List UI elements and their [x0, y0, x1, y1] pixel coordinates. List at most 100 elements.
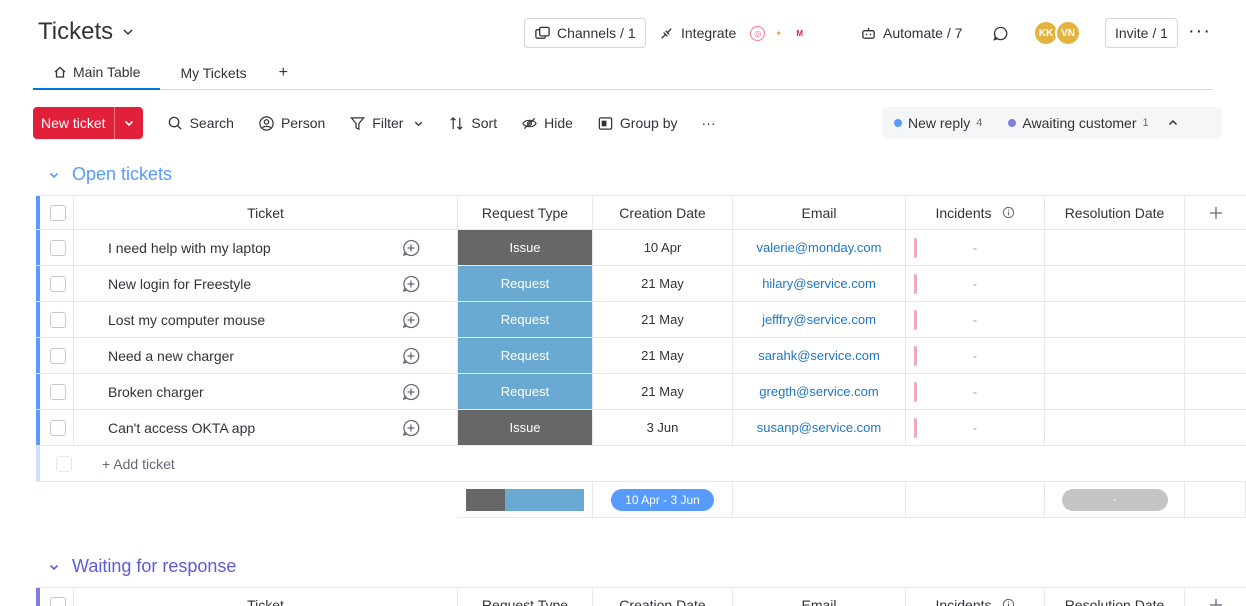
incidents-cell[interactable]: - — [906, 230, 1045, 265]
add-update-icon[interactable] — [401, 310, 421, 330]
add-update-icon[interactable] — [401, 238, 421, 258]
creation-date-cell[interactable]: 21 May — [593, 338, 733, 373]
row-checkbox[interactable] — [49, 383, 66, 400]
add-update-icon[interactable] — [401, 418, 421, 438]
ticket-name-cell[interactable]: Can't access OKTA app — [74, 410, 458, 445]
email-link[interactable]: susanp@service.com — [757, 420, 881, 435]
chevron-down-icon[interactable] — [48, 169, 60, 181]
new-ticket-label[interactable]: New ticket — [33, 115, 114, 131]
filter-button[interactable]: Filter — [349, 115, 403, 132]
email-link[interactable]: hilary@service.com — [762, 276, 876, 291]
email-cell[interactable]: valerie@monday.com — [733, 230, 906, 265]
resolution-date-cell[interactable] — [1045, 410, 1185, 445]
tab-my-tickets[interactable]: My Tickets — [160, 56, 266, 90]
add-update-icon[interactable] — [401, 274, 421, 294]
table-row[interactable]: I need help with my laptop Issue 10 Apr val… — [36, 230, 1246, 266]
ticket-name-cell[interactable]: Need a new charger — [74, 338, 458, 373]
row-select-cell[interactable] — [36, 374, 74, 409]
request-type-label[interactable]: Request — [458, 338, 592, 373]
column-header-creation-date[interactable]: Creation Date — [593, 196, 733, 229]
row-checkbox[interactable] — [49, 275, 66, 292]
table-row[interactable]: New login for Freestyle Request 21 May hila… — [36, 266, 1246, 302]
new-ticket-dropdown[interactable] — [113, 107, 143, 139]
hide-button[interactable]: Hide — [521, 115, 573, 132]
creation-date-cell[interactable]: 21 May — [593, 374, 733, 409]
column-header-resolution-date[interactable]: Resolution Date — [1045, 588, 1185, 606]
date-range-pill[interactable]: 10 Apr - 3 Jun — [611, 488, 714, 511]
request-type-cell[interactable]: Request — [458, 374, 593, 409]
row-select-cell[interactable] — [36, 230, 74, 265]
resolution-date-cell[interactable] — [1045, 230, 1185, 265]
group-title[interactable]: Waiting for response — [72, 556, 236, 577]
status-filter-new-reply[interactable]: New reply 4 — [894, 115, 982, 131]
email-cell[interactable]: gregth@service.com — [733, 374, 906, 409]
updates-button[interactable] — [992, 18, 1009, 48]
request-type-cell[interactable]: Issue — [458, 410, 593, 445]
column-header-incidents[interactable]: Incidents — [906, 196, 1045, 229]
row-select-cell[interactable] — [36, 266, 74, 301]
resolution-date-summary[interactable]: - — [1045, 482, 1185, 517]
new-ticket-button[interactable]: New ticket — [33, 107, 143, 139]
row-checkbox[interactable] — [49, 311, 66, 328]
resolution-date-cell[interactable] — [1045, 374, 1185, 409]
request-type-label[interactable]: Issue — [458, 410, 592, 445]
status-filter-awaiting-customer[interactable]: Awaiting customer 1 — [1008, 115, 1149, 131]
chevron-up-icon[interactable] — [1167, 117, 1179, 129]
email-link[interactable]: gregth@service.com — [759, 384, 878, 399]
group-by-button[interactable]: Group by — [597, 115, 678, 132]
table-row[interactable]: Broken charger Request 21 May gregth@servic… — [36, 374, 1246, 410]
automate-button[interactable]: Automate / 7 — [860, 18, 962, 48]
add-update-icon[interactable] — [401, 382, 421, 402]
select-all-checkbox[interactable] — [49, 596, 66, 606]
ticket-name[interactable]: Lost my computer mouse — [74, 312, 401, 328]
creation-date-cell[interactable]: 21 May — [593, 302, 733, 337]
column-header-ticket[interactable]: Ticket — [74, 196, 458, 229]
row-select-cell[interactable] — [36, 302, 74, 337]
add-ticket-label[interactable]: + Add ticket — [102, 456, 175, 472]
group-title[interactable]: Open tickets — [72, 164, 172, 185]
board-title[interactable]: Tickets — [38, 18, 113, 46]
integrate-button[interactable]: Integrate ◎ ✦ M — [658, 18, 807, 48]
request-type-label[interactable]: Issue — [458, 230, 592, 265]
ticket-name[interactable]: Can't access OKTA app — [74, 420, 401, 436]
email-cell[interactable]: sarahk@service.com — [733, 338, 906, 373]
request-type-distribution-bar[interactable] — [466, 488, 584, 511]
add-update-icon[interactable] — [401, 346, 421, 366]
request-type-cell[interactable]: Request — [458, 338, 593, 373]
column-header-request-type[interactable]: Request Type — [458, 588, 593, 606]
resolution-pill[interactable]: - — [1061, 488, 1168, 511]
column-header-email[interactable]: Email — [733, 588, 906, 606]
request-type-label[interactable]: Request — [458, 302, 592, 337]
group-header-waiting-for-response[interactable]: Waiting for response — [48, 556, 236, 577]
tab-main-table[interactable]: Main Table — [33, 56, 161, 90]
ticket-name[interactable]: Broken charger — [74, 384, 401, 400]
ticket-name[interactable]: New login for Freestyle — [74, 276, 401, 292]
incidents-cell[interactable]: - — [906, 266, 1045, 301]
incidents-cell[interactable]: - — [906, 374, 1045, 409]
select-all-checkbox[interactable] — [49, 204, 66, 221]
table-row[interactable]: Lost my computer mouse Request 21 May jefff… — [36, 302, 1246, 338]
group-header-open-tickets[interactable]: Open tickets — [48, 164, 172, 185]
resolution-date-cell[interactable] — [1045, 338, 1185, 373]
row-select-cell[interactable] — [36, 338, 74, 373]
incidents-cell[interactable]: - — [906, 410, 1045, 445]
column-header-email[interactable]: Email — [733, 196, 906, 229]
avatar[interactable]: VN — [1055, 20, 1081, 46]
column-header-ticket[interactable]: Ticket — [74, 588, 458, 606]
add-column-button[interactable] — [1185, 196, 1246, 229]
creation-date-cell[interactable]: 10 Apr — [593, 230, 733, 265]
ticket-name[interactable]: Need a new charger — [74, 348, 401, 364]
incidents-cell[interactable]: - — [906, 302, 1045, 337]
more-options-icon[interactable]: ··· — [1188, 20, 1211, 42]
creation-date-cell[interactable]: 21 May — [593, 266, 733, 301]
ticket-name-cell[interactable]: Lost my computer mouse — [74, 302, 458, 337]
email-link[interactable]: jefffry@service.com — [762, 312, 876, 327]
incidents-cell[interactable]: - — [906, 338, 1045, 373]
ticket-name-cell[interactable]: New login for Freestyle — [74, 266, 458, 301]
channels-button[interactable]: Channels / 1 — [524, 18, 646, 48]
person-filter-button[interactable]: Person — [258, 115, 325, 132]
info-icon[interactable] — [1002, 206, 1015, 219]
ticket-name[interactable]: I need help with my laptop — [74, 240, 401, 256]
chevron-down-icon[interactable] — [121, 25, 135, 39]
chevron-down-icon[interactable] — [48, 561, 60, 573]
